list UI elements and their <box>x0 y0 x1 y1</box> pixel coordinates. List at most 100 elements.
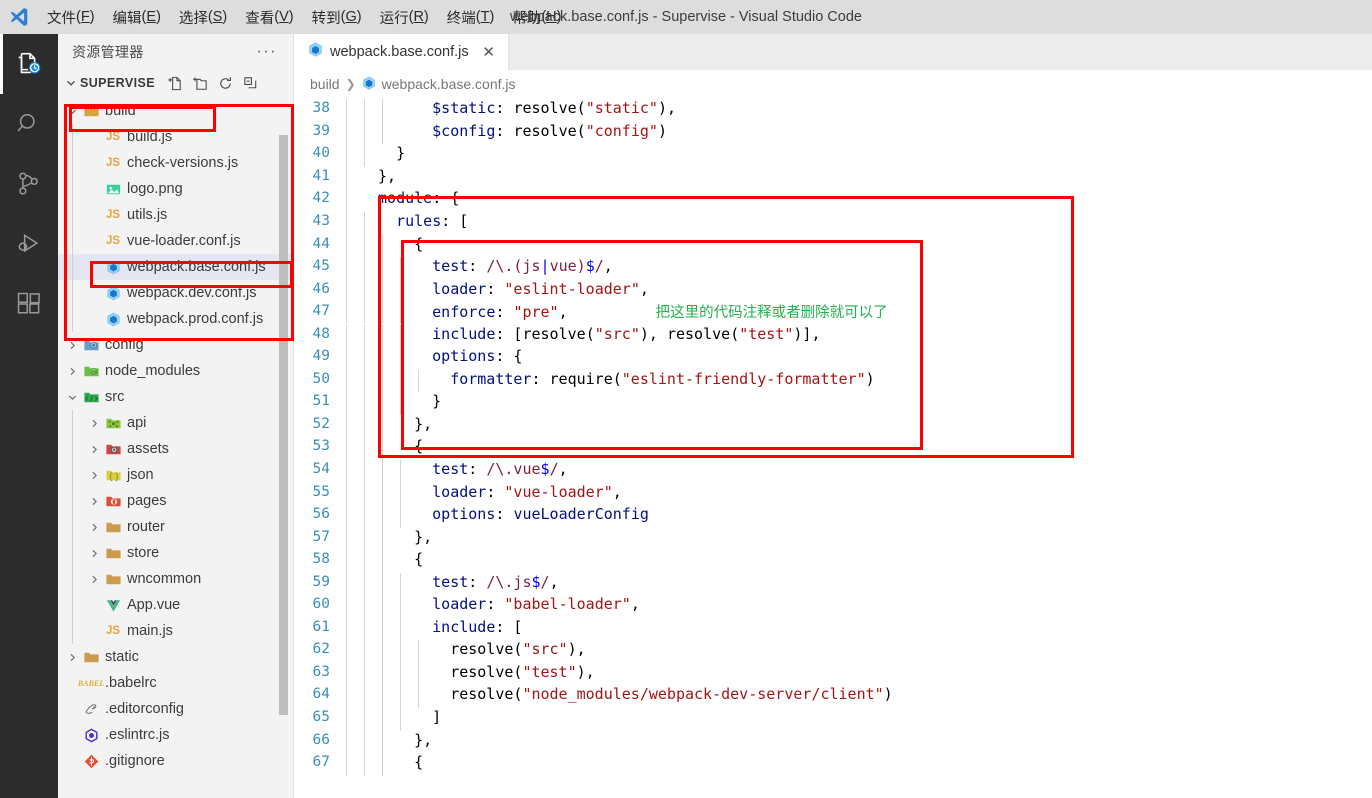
breadcrumb-item-file[interactable]: webpack.base.conf.js <box>382 76 516 92</box>
chevron-down-icon[interactable] <box>62 77 80 89</box>
code-line[interactable]: 57}, <box>294 525 1372 551</box>
tree-file-build-js[interactable]: JS build.js <box>58 124 294 150</box>
close-icon[interactable]: ✕ <box>480 43 498 61</box>
menu-bar[interactable]: 文件 (F) 编辑 (E) 选择 (S) 查看 (V) 转到 (G) 运行 (R) 终端 (T) 帮助 (H) <box>38 0 570 34</box>
new-folder-icon[interactable] <box>188 72 213 94</box>
breadcrumb[interactable]: build ❯ webpack.base.conf.js <box>294 70 1372 97</box>
menu-item-3[interactable]: 选择 (S) <box>170 0 236 34</box>
tree-folder-pages[interactable]: pages <box>58 488 294 514</box>
tree-file-gitignore[interactable]: .gitignore <box>58 748 294 774</box>
chevron-down-icon[interactable] <box>64 106 80 117</box>
code-line[interactable]: 59 test: /\.js$/, <box>294 570 1372 596</box>
chevron-right-icon[interactable] <box>86 496 102 507</box>
tree-folder-src[interactable]: src <box>58 384 294 410</box>
code-line[interactable]: 58 { <box>294 548 1372 573</box>
menu-item-5[interactable]: 转到 (G) <box>303 0 371 34</box>
menu-item-4[interactable]: 查看 (V) <box>236 0 302 34</box>
chevron-right-icon[interactable] <box>86 470 102 481</box>
chevron-right-icon[interactable] <box>86 418 102 429</box>
tree-folder-node-modules[interactable]: JS node_modules <box>58 358 294 384</box>
code-line[interactable]: 52}, <box>294 413 1372 438</box>
menu-item-8[interactable]: 帮助 (H) <box>503 0 570 34</box>
code-line[interactable]: 64 resolve("node_modules/webpack-dev-serv… <box>294 683 1372 709</box>
tree-file-babelrc[interactable]: BABEL .babelrc <box>58 670 294 696</box>
tree-file-logo-png[interactable]: logo.png <box>58 176 294 202</box>
code-line[interactable]: 53 { <box>294 435 1372 461</box>
code-line[interactable]: 38 $static: resolve("static"), <box>294 97 1372 122</box>
tree-folder-api[interactable]: api <box>58 410 294 436</box>
tree-file-editorconfig[interactable]: .editorconfig <box>58 696 294 722</box>
code-line[interactable]: 50 formatter: require("eslint-friendly-fo… <box>294 368 1372 393</box>
sidebar-scrollbar[interactable] <box>279 135 288 715</box>
code-line[interactable]: 44 { <box>294 232 1372 258</box>
chevron-right-icon[interactable] <box>86 444 102 455</box>
tree-file-webpack-dev-conf-js[interactable]: webpack.dev.conf.js <box>58 280 294 306</box>
extensions-icon[interactable] <box>0 274 58 334</box>
file-tree[interactable]: build JS build.js JS check-versions.js logo.p… <box>58 98 294 798</box>
activity-bar[interactable] <box>0 34 58 798</box>
chevron-down-icon[interactable] <box>64 392 80 403</box>
code-line[interactable]: 66}, <box>294 728 1372 754</box>
explorer-more-actions-icon[interactable]: ··· <box>257 43 287 61</box>
code-line[interactable]: 48 include: [resolve("src"), resolve("tes… <box>294 322 1372 348</box>
source-control-icon[interactable] <box>0 154 58 214</box>
editor-scrollbar[interactable] <box>1358 97 1372 798</box>
chevron-right-icon[interactable] <box>86 522 102 533</box>
code-line[interactable]: 39 $config: resolve("config") <box>294 120 1372 145</box>
tree-file-utils-js[interactable]: JS utils.js <box>58 202 294 228</box>
tree-file-eslintrc-js[interactable]: .eslintrc.js <box>58 722 294 748</box>
menu-item-2[interactable]: 编辑 (E) <box>104 0 170 34</box>
breadcrumb-item-folder[interactable]: build <box>310 76 340 92</box>
tree-folder-assets[interactable]: assets <box>58 436 294 462</box>
tree-folder-static[interactable]: static <box>58 644 294 670</box>
chevron-right-icon[interactable] <box>86 574 102 585</box>
chevron-right-icon[interactable] <box>86 548 102 559</box>
workspace-section-header[interactable]: SUPERVISE <box>58 70 293 96</box>
new-file-icon[interactable] <box>163 72 188 94</box>
tree-folder-build[interactable]: build <box>58 98 294 124</box>
code-line[interactable]: 62 resolve("src"), <box>294 638 1372 663</box>
collapse-all-icon[interactable] <box>238 72 263 94</box>
code-line[interactable]: 65] <box>294 706 1372 731</box>
code-line[interactable]: 67 { <box>294 751 1372 776</box>
code-line[interactable]: 54 test: /\.vue$/, <box>294 458 1372 483</box>
chevron-right-icon[interactable] <box>64 652 80 663</box>
code-line[interactable]: 56 options: vueLoaderConfig <box>294 503 1372 528</box>
code-text: include: [ <box>346 617 522 641</box>
menu-item-6[interactable]: 运行 (R) <box>371 0 438 34</box>
tree-folder-json[interactable]: json <box>58 462 294 488</box>
tree-file-webpack-prod-conf-js[interactable]: webpack.prod.conf.js <box>58 306 294 332</box>
code-line[interactable]: 61 include: [ <box>294 616 1372 641</box>
tree-file-check-versions-js[interactable]: JS check-versions.js <box>58 150 294 176</box>
search-icon[interactable] <box>0 94 58 154</box>
run-debug-icon[interactable] <box>0 214 58 274</box>
tree-file-vue-loader-conf-js[interactable]: JS vue-loader.conf.js <box>58 228 294 254</box>
tree-file-app-vue[interactable]: App.vue <box>58 592 294 618</box>
code-line[interactable]: 40} <box>294 142 1372 167</box>
editor-tab-webpack-base-conf[interactable]: webpack.base.conf.js ✕ <box>294 34 509 70</box>
code-line[interactable]: 43 rules: [ <box>294 210 1372 235</box>
code-line[interactable]: 51} <box>294 390 1372 415</box>
code-line[interactable]: 45 test: /\.(js|vue)$/, <box>294 255 1372 280</box>
tree-folder-store[interactable]: store <box>58 540 294 566</box>
code-line[interactable]: 63 resolve("test"), <box>294 661 1372 686</box>
chevron-right-icon[interactable] <box>64 340 80 351</box>
code-content[interactable]: 38 $static: resolve("static"), 39 $config: … <box>294 97 1372 798</box>
code-line[interactable]: 46 loader: "eslint-loader", <box>294 277 1372 303</box>
refresh-icon[interactable] <box>213 72 238 94</box>
menu-item-1[interactable]: 文件 (F) <box>38 0 104 34</box>
tree-folder-config[interactable]: config <box>58 332 294 358</box>
code-line[interactable]: 49 options: { <box>294 345 1372 370</box>
chevron-right-icon[interactable] <box>64 366 80 377</box>
tree-file-webpack-base-conf-js[interactable]: webpack.base.conf.js <box>58 254 294 280</box>
code-line[interactable]: 47 enforce: "pre", 把这里的代码注释或者删除就可以了 <box>294 300 1372 324</box>
code-line[interactable]: 42 module: { <box>294 187 1372 212</box>
tree-file-main-js[interactable]: JS main.js <box>58 618 294 644</box>
tree-folder-wncommon[interactable]: wncommon <box>58 566 294 592</box>
tree-folder-router[interactable]: router <box>58 514 294 540</box>
code-line[interactable]: 41}, <box>294 165 1372 190</box>
code-line[interactable]: 55 loader: "vue-loader", <box>294 480 1372 506</box>
menu-item-7[interactable]: 终端 (T) <box>438 0 504 34</box>
code-line[interactable]: 60 loader: "babel-loader", <box>294 593 1372 618</box>
explorer-icon[interactable] <box>0 34 58 94</box>
